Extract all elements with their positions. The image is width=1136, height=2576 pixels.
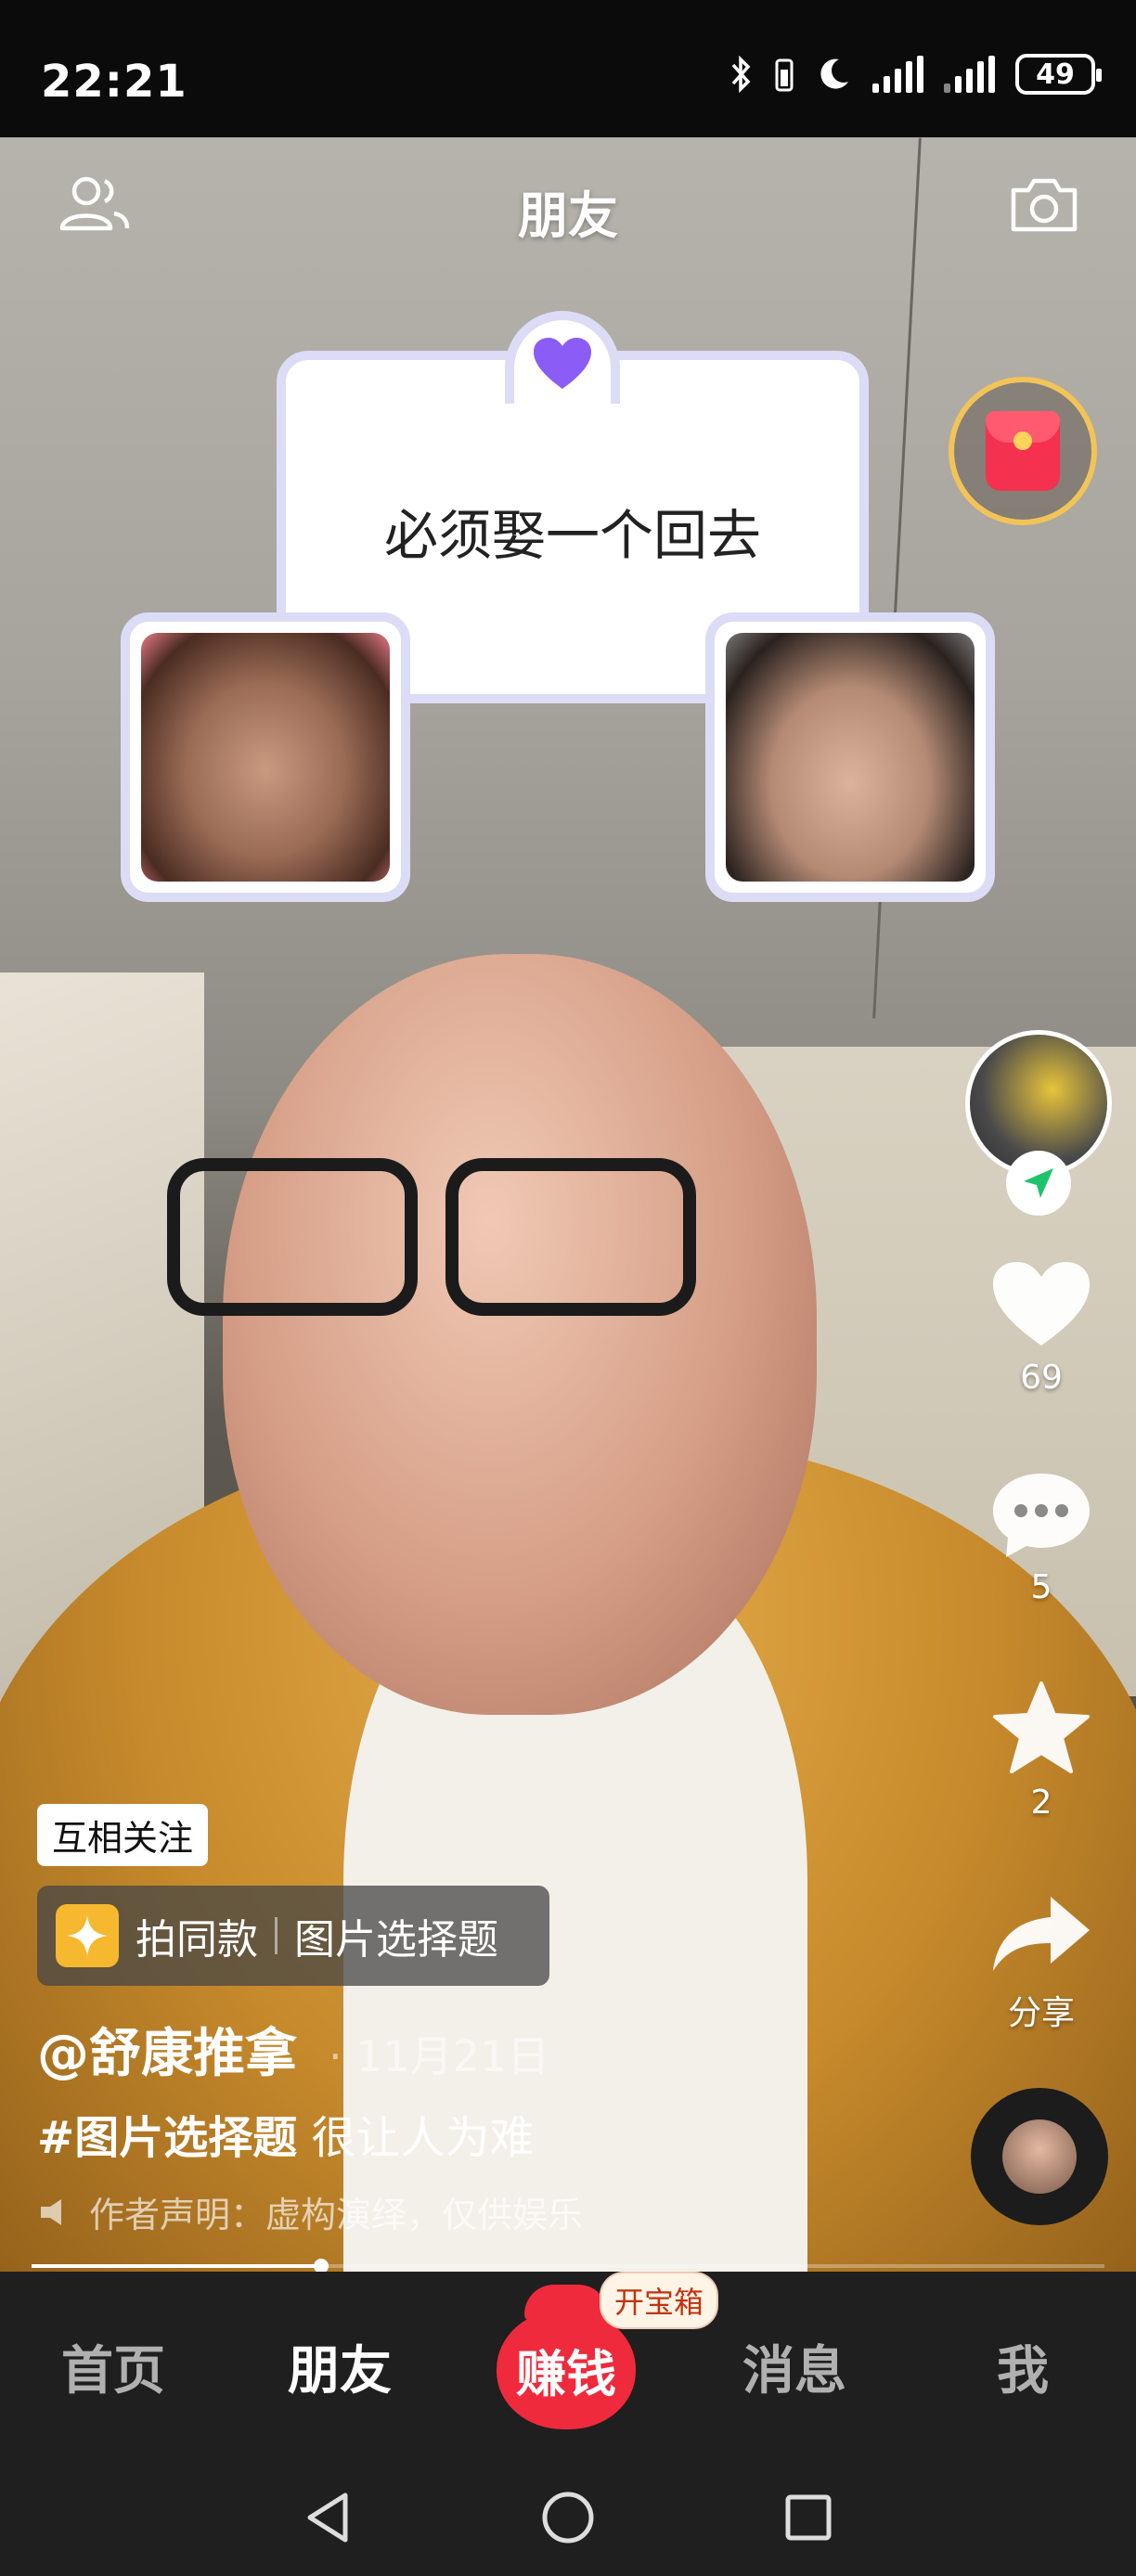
shoot-same-template[interactable]: 拍同款 图片选择题 [37,1886,549,1986]
status-icons: 49 [729,54,1102,95]
progress-fill [32,2264,322,2268]
hashtag-link[interactable]: #图片选择题 [37,2112,297,2164]
star-icon [993,1681,1090,1773]
signal-icon [872,56,923,93]
battery-indicator: 49 [1015,54,1102,95]
speaker-icon [41,2198,61,2225]
favorite-count: 2 [1030,1784,1052,1822]
back-icon [307,2492,348,2543]
like-count: 69 [1020,1359,1063,1397]
author-disclaimer: 作者声明：虚构演绎，仅供娱乐 [37,2186,583,2237]
treasure-chest-badge[interactable]: 开宝箱 [600,2272,719,2329]
status-bar: 22:21 49 [0,0,1136,137]
status-time: 22:21 [41,56,187,108]
quiz-option-left[interactable] [121,612,410,902]
sparkle-icon [56,1904,119,1967]
follow-badge[interactable] [1006,1151,1071,1216]
heart-icon [993,1262,1090,1346]
author-name[interactable]: @舒康推拿 [37,2012,297,2087]
nav-home[interactable]: 首页 [61,2329,165,2404]
comment-button[interactable]: 5 [976,1468,1106,1606]
home-button[interactable] [536,2485,600,2550]
option-photo-right [726,633,975,882]
camera-icon [1011,178,1078,232]
system-navigation [0,2457,1136,2576]
earn-label: 赚钱 [516,2344,616,2403]
bottom-nav: 首页 朋友 赚钱 开宝箱 消息 我 [0,2272,1136,2457]
template-topic: 图片选择题 [294,1916,498,1964]
bluetooth-icon [731,56,751,93]
share-button[interactable]: 分享 [976,1889,1106,2034]
glasses [167,1158,761,1334]
disclaimer-text: 作者声明：虚构演绎，仅供娱乐 [89,2195,584,2235]
nav-me[interactable]: 我 [997,2329,1049,2404]
recents-button[interactable] [776,2485,841,2550]
share-label: 分享 [1007,1994,1075,2032]
recents-icon [785,2494,832,2541]
nav-messages[interactable]: 消息 [742,2329,846,2404]
comment-icon [993,1474,1090,1557]
video-caption: #图片选择题 很让人为难 [37,2101,535,2166]
share-icon [993,1897,1090,1971]
like-button[interactable]: 69 [976,1258,1106,1397]
red-packet-button[interactable] [949,377,1097,525]
post-date: · 11月21日 [329,2031,550,2081]
music-cover [1002,2119,1077,2194]
comment-count: 5 [1030,1568,1052,1606]
caption-text: 很让人为难 [311,2112,535,2164]
red-envelope-icon [986,411,1060,491]
heart-icon [534,338,591,389]
favorite-button[interactable]: 2 [976,1680,1106,1822]
nav-friends[interactable]: 朋友 [288,2329,392,2404]
option-photo-left [141,633,390,882]
mutual-follow-tag: 互相关注 [37,1804,209,1866]
battery-saver-icon [775,58,794,92]
music-disc[interactable] [971,2088,1108,2225]
back-button[interactable] [295,2485,360,2550]
signal-icon [944,56,995,93]
camera-button[interactable] [1002,167,1086,241]
send-icon [1024,1168,1053,1198]
person-face [223,954,817,1715]
quiz-question: 必须娶一个回去 [383,504,761,567]
page-title[interactable]: 朋友 [0,174,1136,248]
moon-icon [820,58,848,89]
playback-progress[interactable] [32,2259,1104,2273]
quiz-option-right[interactable] [705,612,995,902]
template-label: 拍同款 [136,1916,258,1964]
home-circle-icon [542,2492,594,2544]
